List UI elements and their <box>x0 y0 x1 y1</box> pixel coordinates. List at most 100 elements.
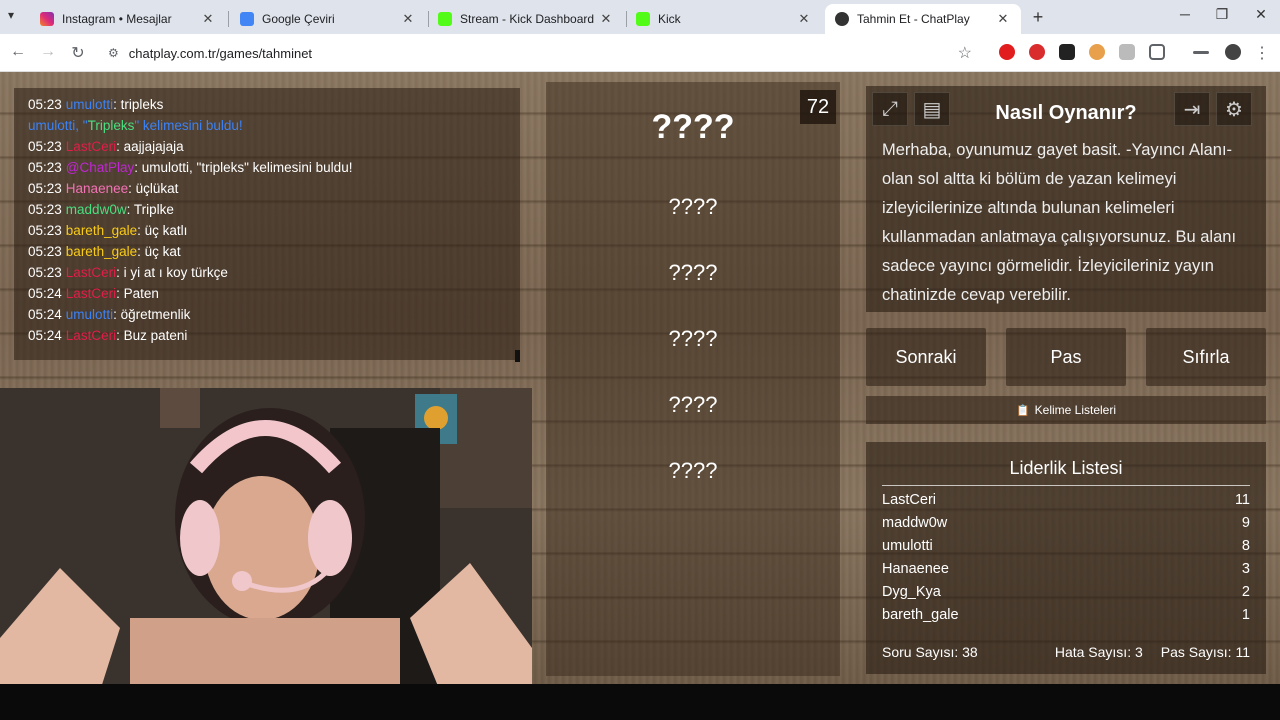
chat-timestamp: 05:23 <box>28 181 62 196</box>
leaderboard-row: LastCeri 11 <box>882 492 1250 514</box>
back-icon[interactable]: ← <box>8 43 28 61</box>
url-field[interactable]: ⚙ chatplay.com.tr/games/tahminet ☆ <box>100 39 980 67</box>
chat-scrollbar[interactable] <box>515 350 520 362</box>
google-translate-icon <box>240 12 254 26</box>
tab-title: Kick <box>658 12 681 26</box>
bookmark-star-icon[interactable]: ☆ <box>958 43 972 63</box>
player-score: 1 <box>1241 607 1250 623</box>
player-score: 3 <box>1241 561 1250 577</box>
chat-text: : Paten <box>116 286 159 301</box>
extensions-puzzle-icon[interactable] <box>1149 44 1165 60</box>
chat-text: : umulotti, "tripleks" kelimesini buldu! <box>134 160 353 175</box>
chat-text: : üç kat <box>137 244 181 259</box>
chat-timestamp: 05:24 <box>28 328 62 343</box>
close-icon[interactable]: ✕ <box>400 11 416 27</box>
site-info-icon[interactable]: ⚙ <box>108 46 119 60</box>
game-stats: Soru Sayısı: 38 Hata Sayısı: 3 Pas Sayıs… <box>882 644 1250 660</box>
close-window-icon[interactable]: ✕ <box>1251 6 1271 23</box>
forbidden-word: ???? <box>668 326 718 351</box>
chat-username[interactable]: bareth_gale <box>66 223 137 238</box>
word-lists-button[interactable]: 📋 Kelime Listeleri <box>866 396 1266 424</box>
tab-kick[interactable]: Kick ✕ <box>626 4 822 34</box>
media-control-icon[interactable] <box>1193 51 1209 54</box>
how-to-play-text: Merhaba, oyunumuz gayet basit. -Yayıncı … <box>882 141 1237 304</box>
chat-username[interactable]: umulotti, " <box>28 118 88 133</box>
chat-username[interactable]: LastCeri <box>66 139 116 154</box>
gear-icon[interactable]: ⚙ <box>1216 92 1252 126</box>
player-name: maddw0w <box>882 515 948 531</box>
tab-title: Stream - Kick Dashboard <box>460 12 595 26</box>
close-icon[interactable]: ✕ <box>598 11 614 27</box>
browser-tab-bar: ▾ Instagram • Mesajlar ✕ Google Çeviri ✕… <box>0 0 1280 34</box>
tab-instagram[interactable]: Instagram • Mesajlar ✕ <box>30 4 226 34</box>
tab-title: Instagram • Mesajlar <box>62 12 172 26</box>
restore-icon[interactable]: ❐ <box>1212 6 1232 23</box>
extension-icon[interactable] <box>1089 44 1105 60</box>
how-to-play-panel: ⤢ ▤ Nasıl Oynanır? ⇥ ⚙ Merhaba, oyunumuz… <box>866 86 1266 312</box>
chat-timestamp: 05:23 <box>28 223 62 238</box>
chat-username[interactable]: LastCeri <box>66 265 116 280</box>
chat-message: 05:23 umulotti: tripleks <box>28 94 506 115</box>
tab-kick-dashboard[interactable]: Stream - Kick Dashboard ✕ <box>428 4 624 34</box>
menu-kebab-icon[interactable]: ⋮ <box>1252 43 1272 63</box>
error-count: Hata Sayısı: 3 <box>1054 644 1143 660</box>
player-name: umulotti <box>882 538 933 554</box>
address-bar-row: ← → ↻ ⚙ chatplay.com.tr/games/tahminet ☆… <box>0 34 1280 72</box>
forbidden-word: ???? <box>668 392 718 417</box>
player-name: LastCeri <box>882 492 936 508</box>
chat-timestamp: 05:23 <box>28 265 62 280</box>
chat-timestamp: 05:23 <box>28 160 62 175</box>
chat-username[interactable]: umulotti <box>66 97 113 112</box>
instagram-icon <box>40 12 54 26</box>
chat-username[interactable]: umulotti <box>66 307 113 322</box>
forward-icon[interactable]: → <box>38 43 58 61</box>
chat-message: 05:23 maddw0w: Triplke <box>28 199 506 220</box>
tab-google-translate[interactable]: Google Çeviri ✕ <box>230 4 426 34</box>
chat-message: 05:23 bareth_gale: üç katlı <box>28 220 506 241</box>
chat-username[interactable]: maddw0w <box>66 202 127 217</box>
leaderboard-row: Dyg_Kya 2 <box>882 584 1250 606</box>
reset-button[interactable]: Sıfırla <box>1146 328 1266 386</box>
question-count: Soru Sayısı: 38 <box>882 644 978 660</box>
webcam-person-image <box>0 388 532 691</box>
opera-extension-icon[interactable] <box>999 44 1015 60</box>
chat-message: 05:24 LastCeri: Buz pateni <box>28 325 506 346</box>
profile-avatar[interactable] <box>1225 44 1241 60</box>
chat-username[interactable]: bareth_gale <box>66 244 137 259</box>
clipboard-icon: 📋 <box>1015 404 1030 417</box>
player-score: 11 <box>1234 492 1250 508</box>
close-icon[interactable]: ✕ <box>796 11 812 27</box>
chat-message: 05:23 Hanaenee: üçlükat <box>28 178 506 199</box>
tab-chatplay[interactable]: Tahmin Et - ChatPlay ✕ <box>825 4 1021 34</box>
chat-timestamp: 05:24 <box>28 286 62 301</box>
chat-username[interactable]: LastCeri <box>66 286 116 301</box>
extension-icon[interactable] <box>1059 44 1075 60</box>
next-button[interactable]: Sonraki <box>866 328 986 386</box>
chat-timestamp: 05:23 <box>28 202 62 217</box>
minimize-icon[interactable]: ─ <box>1175 6 1195 22</box>
pass-button[interactable]: Pas <box>1006 328 1126 386</box>
forbidden-word: ???? <box>668 458 718 483</box>
chat-text: " kelimesini buldu! <box>134 118 243 133</box>
extension-icon[interactable] <box>1029 44 1045 60</box>
close-icon[interactable]: ✕ <box>200 11 216 27</box>
close-icon[interactable]: ✕ <box>995 11 1011 27</box>
chat-username[interactable]: LastCeri <box>66 328 116 343</box>
word-panel: 72 ???? ???? ???? ???? ???? ???? <box>546 82 840 676</box>
chat-message: 05:23 LastCeri: aajjajajaja <box>28 136 506 157</box>
chat-username[interactable]: @ChatPlay <box>66 160 134 175</box>
target-word: ???? <box>651 108 735 146</box>
chatplay-icon <box>835 12 849 26</box>
chat-text: : Triplke <box>126 202 174 217</box>
reload-icon[interactable]: ↻ <box>68 43 88 63</box>
chat-username[interactable]: Hanaenee <box>66 181 128 196</box>
tab-search-icon[interactable]: ▾ <box>8 8 14 22</box>
leaderboard-row: bareth_gale 1 <box>882 607 1250 629</box>
url-text: chatplay.com.tr/games/tahminet <box>128 45 313 61</box>
shield-extension-icon[interactable] <box>1119 44 1135 60</box>
new-tab-button[interactable]: + <box>1028 7 1048 28</box>
player-name: bareth_gale <box>882 607 959 623</box>
tab-separator <box>228 11 229 27</box>
tab-title: Tahmin Et - ChatPlay <box>857 12 970 26</box>
logout-icon[interactable]: ⇥ <box>1174 92 1210 126</box>
